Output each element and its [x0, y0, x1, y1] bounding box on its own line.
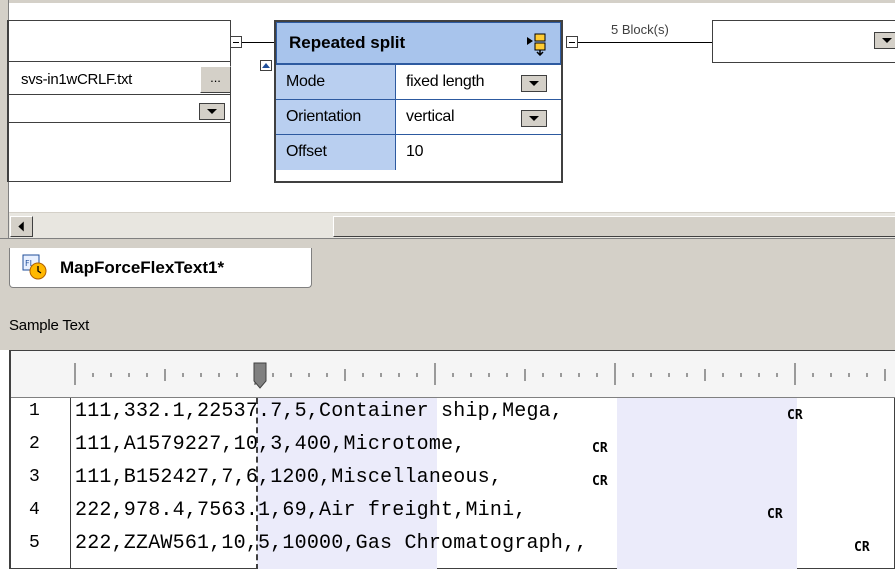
- block-count-label: 5 Block(s): [611, 22, 669, 37]
- column-ruler[interactable]: [11, 351, 895, 398]
- crlf-icon: CR: [787, 408, 803, 423]
- split-node-collapse-toggle[interactable]: [566, 36, 578, 48]
- source-file-component[interactable]: svs-in1wCRLF.txt ...: [7, 20, 231, 182]
- split-position-marker: [253, 362, 267, 389]
- source-filename: svs-in1wCRLF.txt: [21, 71, 133, 88]
- crlf-icon: CR: [592, 474, 608, 489]
- split-node-title: Repeated split: [289, 33, 406, 52]
- svg-text:CR: CR: [592, 441, 608, 456]
- sample-line[interactable]: 111,A1579227,10,3,400,Microtome,: [75, 433, 465, 456]
- property-name: Mode: [276, 65, 396, 99]
- connector-line: [578, 42, 712, 43]
- collapse-up-icon[interactable]: [260, 60, 272, 71]
- sample-line[interactable]: 222,978.4,7563.1,69,Air freight,Mini,: [75, 499, 526, 522]
- scrollbar-thumb[interactable]: [333, 216, 895, 237]
- tab-mapforceflextext1[interactable]: FL MapForceFlexText1*: [9, 248, 312, 288]
- file-option-dropdown[interactable]: [199, 103, 225, 120]
- property-name: Orientation: [276, 100, 396, 134]
- sample-text-header: Sample Text: [0, 300, 895, 350]
- line-number: 4: [29, 500, 40, 520]
- line-number-gutter: [11, 398, 71, 569]
- split-property-offset[interactable]: Offset 10: [276, 134, 561, 181]
- line-number: 1: [29, 401, 40, 421]
- browse-button[interactable]: ...: [200, 66, 231, 93]
- svg-text:CR: CR: [787, 408, 803, 423]
- svg-text:CR: CR: [767, 507, 783, 522]
- svg-text:CR: CR: [592, 474, 608, 489]
- target-component[interactable]: [712, 20, 895, 63]
- file-node-option-row: [9, 95, 231, 123]
- sample-text-title: Sample Text: [9, 317, 90, 334]
- scroll-left-button[interactable]: [10, 216, 33, 237]
- tab-label: MapForceFlexText1*: [60, 258, 225, 277]
- line-number: 5: [29, 533, 40, 553]
- property-value: fixed length: [406, 73, 485, 90]
- split-property-mode[interactable]: Mode fixed length: [276, 64, 561, 99]
- target-dropdown[interactable]: [874, 32, 895, 49]
- property-value: 10: [406, 143, 424, 160]
- line-number: 2: [29, 434, 40, 454]
- sample-text-panel[interactable]: 1 111,332.1,22537.7,5,Container ship,Meg…: [9, 350, 895, 569]
- property-name: Offset: [276, 135, 396, 170]
- crlf-icon: CR: [854, 540, 870, 555]
- mode-dropdown[interactable]: [521, 75, 547, 92]
- file-node-output-row: [9, 123, 231, 150]
- line-number: 3: [29, 467, 40, 487]
- mapping-canvas[interactable]: svs-in1wCRLF.txt ... Repeated split Mode…: [0, 0, 895, 238]
- sample-line[interactable]: 111,332.1,22537.7,5,Container ship,Mega,: [75, 400, 563, 423]
- horizontal-scrollbar[interactable]: [9, 212, 895, 238]
- crlf-icon: CR: [767, 507, 783, 522]
- crlf-icon: CR: [592, 441, 608, 456]
- canvas-frame-top: [0, 0, 895, 3]
- property-value: vertical: [406, 108, 455, 125]
- split-node-header[interactable]: Repeated split: [276, 22, 561, 64]
- ruler-ticks: [74, 362, 886, 389]
- split-direction-icon[interactable]: [525, 32, 549, 56]
- flextext-document-icon: FL: [22, 254, 47, 280]
- svg-text:CR: CR: [854, 540, 870, 555]
- split-property-orientation[interactable]: Orientation vertical: [276, 99, 561, 134]
- sample-line[interactable]: 222,ZZAW561,10,5,10000,Gas Chromatograph…: [75, 532, 587, 555]
- column-shade: [617, 398, 797, 569]
- sample-line[interactable]: 111,B152427,7,6,1200,Miscellaneous,: [75, 466, 502, 489]
- repeated-split-component[interactable]: Repeated split Mode fixed length Orienta…: [274, 20, 563, 183]
- orientation-dropdown[interactable]: [521, 110, 547, 127]
- connector-line: [242, 42, 274, 43]
- file-node-header: [9, 21, 231, 62]
- file-node-collapse-toggle[interactable]: [230, 36, 242, 48]
- document-tab-strip: FL MapForceFlexText1*: [0, 238, 895, 300]
